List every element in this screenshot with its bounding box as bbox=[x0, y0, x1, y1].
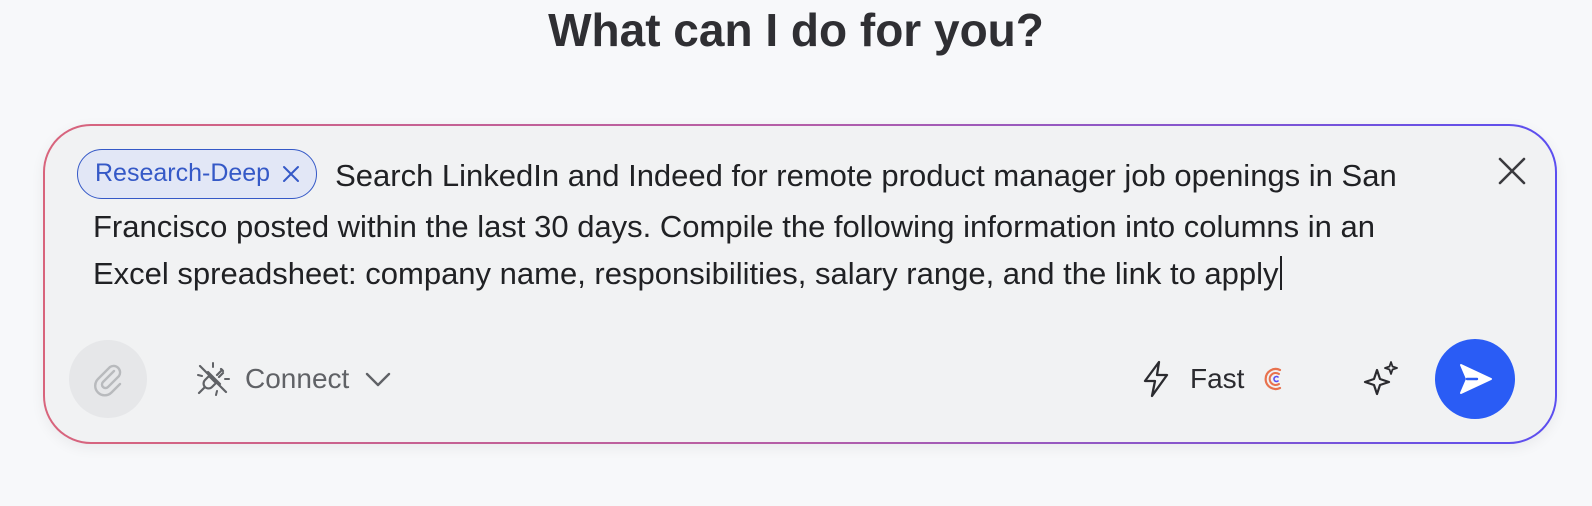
text-caret bbox=[1279, 255, 1282, 290]
lightning-icon bbox=[1143, 360, 1169, 398]
mode-chip-research-deep[interactable]: Research-Deep bbox=[77, 148, 318, 199]
prompt-composer: Research-Deep Search LinkedIn and Indeed… bbox=[43, 124, 1557, 444]
chevron-down-icon bbox=[366, 372, 391, 387]
page-title: What can I do for you? bbox=[548, 4, 1044, 56]
credit-icon bbox=[1265, 367, 1282, 391]
plug-icon bbox=[197, 362, 230, 396]
close-icon[interactable] bbox=[280, 163, 302, 185]
mode-label: Fast bbox=[1190, 363, 1245, 394]
paperclip-icon bbox=[94, 364, 122, 397]
prompt-input[interactable]: Research-Deep Search LinkedIn and Indeed… bbox=[77, 148, 1453, 297]
close-icon[interactable] bbox=[1497, 156, 1527, 186]
connect-label: Connect bbox=[245, 363, 350, 394]
send-button[interactable] bbox=[1435, 339, 1515, 419]
composer-body: Research-Deep Search LinkedIn and Indeed… bbox=[45, 126, 1555, 442]
chip-label: Research-Deep bbox=[95, 159, 271, 188]
composer-toolbar: Connect Fast bbox=[45, 338, 1555, 419]
attach-button[interactable] bbox=[69, 340, 147, 418]
connect-button[interactable]: Connect bbox=[195, 356, 393, 402]
sparkle-icon[interactable] bbox=[1361, 358, 1403, 400]
send-icon bbox=[1460, 364, 1492, 394]
speed-mode-button[interactable]: Fast bbox=[1140, 356, 1286, 402]
